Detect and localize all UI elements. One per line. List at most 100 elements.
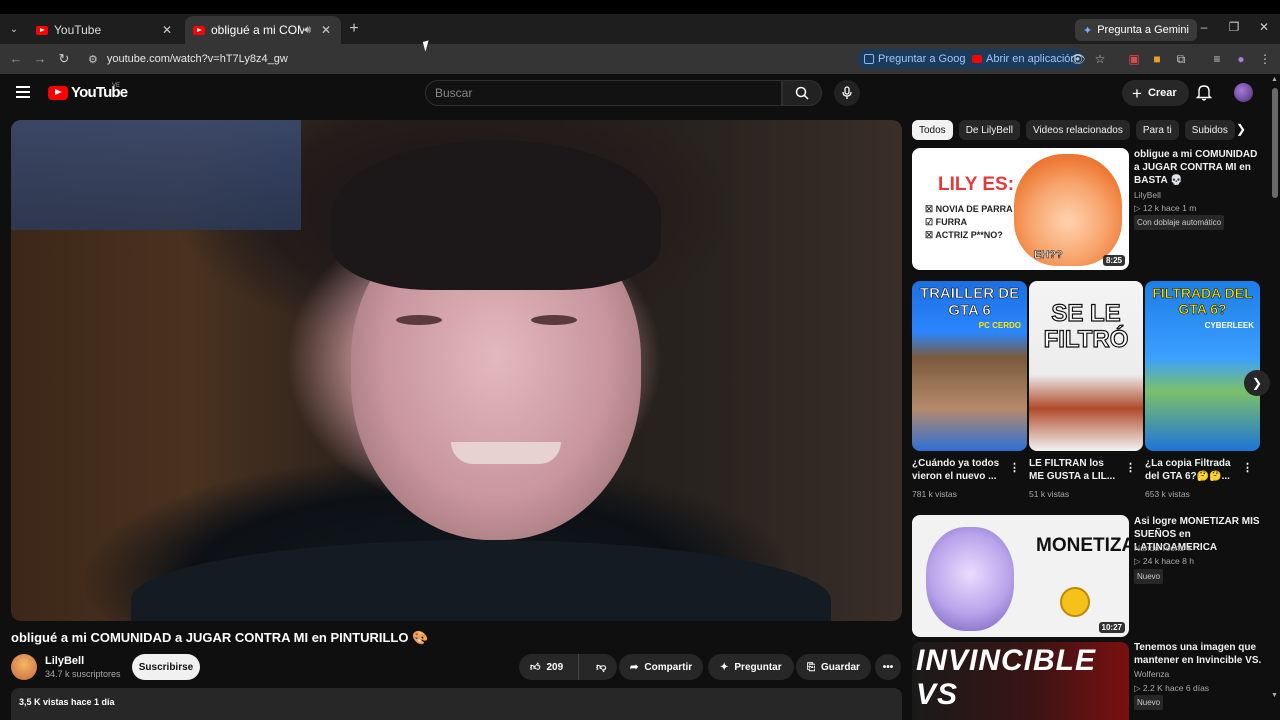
voice-search-button[interactable] [834, 80, 860, 106]
bookmark-star-icon[interactable]: ☆ [1092, 51, 1108, 67]
more-icon[interactable]: ⋮ [1125, 461, 1136, 474]
recommendation-title[interactable]: Tenemos una imagen que mantener en Invin… [1134, 641, 1262, 667]
country-code: VE [112, 83, 121, 89]
more-actions-button[interactable]: ••• [875, 654, 901, 680]
extensions-puzzle-icon[interactable]: ⧉ [1173, 51, 1189, 67]
menu-icon[interactable] [16, 86, 30, 98]
share-button[interactable]: ➦ Compartir [619, 654, 704, 680]
tab-youtube[interactable]: YouTube ✕ [28, 16, 182, 44]
like-button[interactable]: 👍︎ 209 [519, 654, 580, 680]
eye-icon[interactable]: 👁︎ [1070, 51, 1086, 67]
notifications-button[interactable] [1195, 84, 1213, 106]
recommendation-badge-row: Nuevo [1134, 569, 1164, 584]
gemini-label: Pregunta a Gemini [1097, 24, 1189, 36]
address-bar[interactable]: ⚙ youtube.com/watch?v=hT7Ly8z4_gw [80, 47, 850, 71]
recommendation-channel[interactable]: Nanda Toons ● [1134, 542, 1191, 555]
site-info-icon[interactable]: ⚙ [88, 53, 98, 66]
channel-avatar[interactable] [11, 654, 37, 680]
shorts-next-button[interactable]: ❯ [1244, 370, 1270, 396]
description-meta: 3,5 K vistas hace 1 día [19, 697, 115, 707]
extension-orange-icon[interactable]: ■ [1149, 51, 1165, 67]
forward-button[interactable]: → [30, 49, 50, 69]
thumbnail-line: ☑ FURRA [925, 217, 968, 227]
extension-red-icon[interactable]: ▣ [1126, 51, 1142, 67]
subscriber-count: 34.7 k suscriptores [45, 669, 121, 679]
short-title[interactable]: LE FILTRAN los ME GUSTA a LIL... [1029, 457, 1121, 483]
reload-button[interactable]: ↻ [54, 49, 74, 69]
scrollbar-thumb[interactable] [1272, 88, 1278, 198]
thumbs-down-icon: 👎︎ [596, 662, 607, 673]
recommendation-channel[interactable]: LilyBell [1134, 189, 1161, 202]
dislike-button[interactable]: 👎︎ [585, 654, 617, 680]
more-icon[interactable]: ⋮ [1242, 461, 1253, 474]
tab-video[interactable]: obligué a mi COMUNIDAD 🔊︎ ✕ [185, 16, 341, 44]
tab-search-button[interactable]: ⌄ [4, 19, 24, 39]
recommendation-title[interactable]: obligue a mi COMUNIDAD a JUGAR CONTRA MI… [1134, 148, 1262, 187]
top-bar [0, 0, 1280, 14]
close-icon[interactable]: ✕ [160, 23, 174, 37]
chip-de-lilybell[interactable]: De LilyBell [958, 120, 1020, 140]
video-player[interactable] [11, 120, 902, 621]
short-title[interactable]: ¿La copia Filtrada del GTA 6?🤔🤔... [1145, 457, 1237, 483]
profile-icon[interactable]: ● [1233, 51, 1249, 67]
account-avatar[interactable] [1234, 83, 1253, 102]
chip-para-ti[interactable]: Para ti [1135, 120, 1179, 140]
video-title: obligué a mi COMUNIDAD a JUGAR CONTRA MI… [11, 630, 429, 645]
restore-button[interactable]: ❐ [1224, 20, 1244, 38]
share-icon: ➦ [630, 661, 639, 673]
youtube-logo[interactable]: YouTube VE [48, 83, 128, 101]
video-duration: 10:27 [1098, 622, 1125, 633]
recommendation-thumbnail[interactable]: LILY ES: ☒ NOVIA DE PARRA ☑ FURRA ☒ ACTR… [912, 148, 1129, 270]
more-icon[interactable]: ⋮ [1009, 461, 1020, 474]
scroll-down-icon[interactable]: ▼ [1271, 692, 1278, 699]
minimize-button[interactable]: – [1194, 20, 1214, 38]
browser-menu-icon[interactable]: ⋮ [1257, 51, 1273, 67]
ask-google-label: Preguntar a Google [878, 53, 975, 65]
save-button[interactable]: ⎘ Guardar [796, 654, 871, 680]
gemini-button[interactable]: ✦ Pregunta a Gemini [1075, 19, 1197, 41]
browser-toolbar: ← → ↻ ⚙ youtube.com/watch?v=hT7Ly8z4_gw … [0, 44, 1280, 74]
recommendation-thumbnail[interactable]: INVINCIBLE VS [912, 642, 1129, 720]
window-close-button[interactable]: ✕ [1254, 20, 1274, 38]
short-caption: TRAILLER DE GTA 6 [919, 285, 1020, 320]
ask-button[interactable]: ✦ Preguntar [708, 654, 794, 680]
channel-label: Nanda Toons [1134, 543, 1184, 553]
media-controls-icon[interactable]: ≡ [1209, 51, 1225, 67]
thumbnail-line: ☒ ACTRIZ P**NO? [925, 230, 1003, 240]
recommendation-badge-row: Nuevo [1134, 695, 1164, 710]
save-icon: ⎘ [807, 661, 815, 673]
recommendation-channel[interactable]: Wolfenza [1134, 668, 1169, 681]
back-button[interactable]: ← [6, 49, 26, 69]
channel-name[interactable]: LilyBell [45, 655, 84, 667]
dubbing-badge: Con doblaje automático [1134, 215, 1225, 230]
short-thumbnail[interactable]: SE LE FILTRÓ [1029, 281, 1143, 451]
new-tab-button[interactable]: + [345, 20, 363, 38]
chip-todos[interactable]: Todos [912, 120, 953, 140]
scroll-up-icon[interactable]: ▲ [1271, 76, 1278, 83]
create-button[interactable]: + Crear [1122, 80, 1189, 106]
speaker-icon[interactable]: 🔊︎ [304, 24, 311, 37]
short-subcaption: PC CERDO [978, 321, 1021, 330]
chip-subidos[interactable]: Subidos [1184, 120, 1235, 140]
browser-tabstrip: ⌄ YouTube ✕ obligué a mi COMUNIDAD 🔊︎ ✕ … [0, 0, 1280, 44]
thumbnail-text: MONETIZA [1036, 535, 1129, 556]
chip-videos-relacionados[interactable]: Videos relacionados [1025, 120, 1130, 140]
coin-icon [1060, 587, 1090, 617]
chevron-right-icon[interactable]: ❯ [1236, 122, 1246, 136]
open-app-chip[interactable]: Abrir en aplicación [965, 49, 1084, 69]
short-title[interactable]: ¿Cuándo ya todos vieron el nuevo ... [912, 457, 1004, 483]
recommendation-thumbnail[interactable]: MONETIZA 10:27 [912, 515, 1129, 637]
page-scrollbar[interactable]: ▲ ▼ [1270, 74, 1280, 720]
search-input[interactable] [426, 81, 781, 105]
short-thumbnail[interactable]: TRAILLER DE GTA 6 PC CERDO [912, 281, 1027, 451]
description-box[interactable]: 3,5 K vistas hace 1 día [11, 688, 902, 720]
verified-icon: ● [1186, 543, 1192, 553]
video-frame-eye [396, 315, 442, 325]
subscribe-button[interactable]: Suscribirse [132, 654, 200, 680]
ask-google-chip[interactable]: Preguntar a Google [857, 49, 982, 69]
short-thumbnail[interactable]: FILTRADA DEL GTA 6? CYBERLEEK [1145, 281, 1260, 451]
video-frame-background [11, 120, 301, 230]
search-button[interactable] [782, 80, 822, 106]
close-icon[interactable]: ✕ [319, 23, 333, 37]
open-app-label: Abrir en aplicación [986, 53, 1077, 65]
